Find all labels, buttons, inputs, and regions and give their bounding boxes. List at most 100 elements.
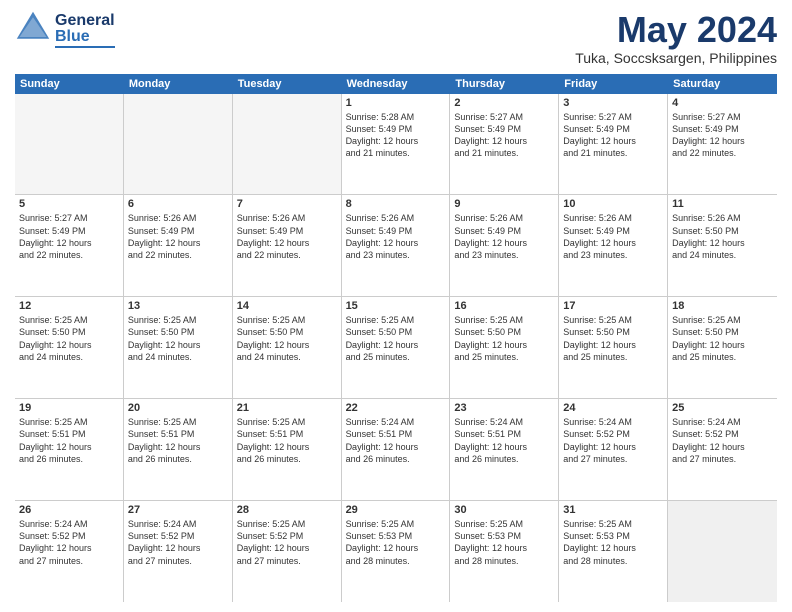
calendar-cell [124, 94, 233, 195]
day-of-week-header: Wednesday [342, 74, 451, 94]
logo-name: General Blue [55, 13, 115, 48]
calendar-row: 26 Sunrise: 5:24 AM Sunset: 5:52 PM Dayli… [15, 501, 777, 602]
calendar-cell: 14Sunrise: 5:25 AM Sunset: 5:50 PM Dayli… [233, 297, 342, 398]
calendar-cell [668, 501, 777, 602]
day-info: Sunrise: 5:25 AM Sunset: 5:50 PM Dayligh… [19, 314, 119, 363]
calendar-cell [15, 94, 124, 195]
day-number: 28 [237, 504, 337, 516]
day-number: 3 [563, 97, 663, 109]
calendar-header: SundayMondayTuesdayWednesdayThursdayFrid… [15, 74, 777, 94]
day-number: 30 [454, 504, 554, 516]
day-number: 13 [128, 300, 228, 312]
calendar-cell: 1 Sunrise: 5:28 AM Sunset: 5:49 PM Daylig… [342, 94, 451, 195]
calendar-cell: 12Sunrise: 5:25 AM Sunset: 5:50 PM Dayli… [15, 297, 124, 398]
logo-blue-text: Blue [55, 29, 115, 45]
calendar-cell: 15Sunrise: 5:25 AM Sunset: 5:50 PM Dayli… [342, 297, 451, 398]
calendar-row: 1 Sunrise: 5:28 AM Sunset: 5:49 PM Daylig… [15, 94, 777, 196]
calendar-row: 5 Sunrise: 5:27 AM Sunset: 5:49 PM Daylig… [15, 195, 777, 297]
day-info: Sunrise: 5:24 AM Sunset: 5:52 PM Dayligh… [563, 416, 663, 465]
day-info: Sunrise: 5:25 AM Sunset: 5:52 PM Dayligh… [237, 518, 337, 567]
calendar-cell: 30 Sunrise: 5:25 AM Sunset: 5:53 PM Dayli… [450, 501, 559, 602]
calendar-cell: 23Sunrise: 5:24 AM Sunset: 5:51 PM Dayli… [450, 399, 559, 500]
day-number: 6 [128, 198, 228, 210]
day-number: 29 [346, 504, 446, 516]
day-number: 20 [128, 402, 228, 414]
calendar: SundayMondayTuesdayWednesdayThursdayFrid… [15, 74, 777, 602]
day-info: Sunrise: 5:25 AM Sunset: 5:50 PM Dayligh… [237, 314, 337, 363]
calendar-cell: 28 Sunrise: 5:25 AM Sunset: 5:52 PM Dayli… [233, 501, 342, 602]
calendar-cell: 9 Sunrise: 5:26 AM Sunset: 5:49 PM Daylig… [450, 195, 559, 296]
day-number: 11 [672, 198, 773, 210]
day-info: Sunrise: 5:27 AM Sunset: 5:49 PM Dayligh… [563, 111, 663, 160]
day-number: 16 [454, 300, 554, 312]
day-of-week-header: Monday [124, 74, 233, 94]
logo-underline [55, 46, 115, 48]
day-number: 5 [19, 198, 119, 210]
calendar-cell: 24 Sunrise: 5:24 AM Sunset: 5:52 PM Dayli… [559, 399, 668, 500]
day-number: 31 [563, 504, 663, 516]
day-info: Sunrise: 5:25 AM Sunset: 5:53 PM Dayligh… [346, 518, 446, 567]
day-info: Sunrise: 5:24 AM Sunset: 5:52 PM Dayligh… [19, 518, 119, 567]
calendar-cell: 17Sunrise: 5:25 AM Sunset: 5:50 PM Dayli… [559, 297, 668, 398]
calendar-row: 19Sunrise: 5:25 AM Sunset: 5:51 PM Dayli… [15, 399, 777, 501]
day-of-week-header: Sunday [15, 74, 124, 94]
day-info: Sunrise: 5:27 AM Sunset: 5:49 PM Dayligh… [19, 212, 119, 261]
logo: General Blue [15, 10, 115, 51]
day-info: Sunrise: 5:27 AM Sunset: 5:49 PM Dayligh… [672, 111, 773, 160]
day-number: 26 [19, 504, 119, 516]
calendar-row: 12Sunrise: 5:25 AM Sunset: 5:50 PM Dayli… [15, 297, 777, 399]
day-info: Sunrise: 5:26 AM Sunset: 5:49 PM Dayligh… [454, 212, 554, 261]
calendar-cell [233, 94, 342, 195]
calendar-cell: 5 Sunrise: 5:27 AM Sunset: 5:49 PM Daylig… [15, 195, 124, 296]
day-number: 7 [237, 198, 337, 210]
day-of-week-header: Saturday [668, 74, 777, 94]
day-info: Sunrise: 5:24 AM Sunset: 5:52 PM Dayligh… [672, 416, 773, 465]
calendar-cell: 6 Sunrise: 5:26 AM Sunset: 5:49 PM Daylig… [124, 195, 233, 296]
day-info: Sunrise: 5:24 AM Sunset: 5:52 PM Dayligh… [128, 518, 228, 567]
day-info: Sunrise: 5:25 AM Sunset: 5:50 PM Dayligh… [563, 314, 663, 363]
day-number: 25 [672, 402, 773, 414]
day-number: 18 [672, 300, 773, 312]
logo-general-text: General [55, 13, 115, 29]
day-info: Sunrise: 5:27 AM Sunset: 5:49 PM Dayligh… [454, 111, 554, 160]
day-info: Sunrise: 5:25 AM Sunset: 5:50 PM Dayligh… [128, 314, 228, 363]
day-number: 1 [346, 97, 446, 109]
day-info: Sunrise: 5:26 AM Sunset: 5:49 PM Dayligh… [128, 212, 228, 261]
day-number: 15 [346, 300, 446, 312]
day-number: 21 [237, 402, 337, 414]
day-number: 23 [454, 402, 554, 414]
calendar-cell: 20Sunrise: 5:25 AM Sunset: 5:51 PM Dayli… [124, 399, 233, 500]
page: General Blue May 2024 Tuka, Soccsksargen… [0, 0, 792, 612]
day-info: Sunrise: 5:26 AM Sunset: 5:49 PM Dayligh… [346, 212, 446, 261]
day-info: Sunrise: 5:25 AM Sunset: 5:50 PM Dayligh… [672, 314, 773, 363]
day-number: 9 [454, 198, 554, 210]
day-info: Sunrise: 5:26 AM Sunset: 5:50 PM Dayligh… [672, 212, 773, 261]
day-number: 4 [672, 97, 773, 109]
day-info: Sunrise: 5:25 AM Sunset: 5:53 PM Dayligh… [454, 518, 554, 567]
calendar-cell: 22Sunrise: 5:24 AM Sunset: 5:51 PM Dayli… [342, 399, 451, 500]
calendar-cell: 13 Sunrise: 5:25 AM Sunset: 5:50 PM Dayli… [124, 297, 233, 398]
day-info: Sunrise: 5:26 AM Sunset: 5:49 PM Dayligh… [237, 212, 337, 261]
calendar-cell: 19Sunrise: 5:25 AM Sunset: 5:51 PM Dayli… [15, 399, 124, 500]
day-number: 8 [346, 198, 446, 210]
day-info: Sunrise: 5:25 AM Sunset: 5:50 PM Dayligh… [454, 314, 554, 363]
day-of-week-header: Thursday [450, 74, 559, 94]
calendar-body: 1 Sunrise: 5:28 AM Sunset: 5:49 PM Daylig… [15, 94, 777, 602]
day-info: Sunrise: 5:28 AM Sunset: 5:49 PM Dayligh… [346, 111, 446, 160]
day-number: 2 [454, 97, 554, 109]
title-section: May 2024 Tuka, Soccsksargen, Philippines [575, 10, 777, 66]
calendar-cell: 21Sunrise: 5:25 AM Sunset: 5:51 PM Dayli… [233, 399, 342, 500]
day-info: Sunrise: 5:24 AM Sunset: 5:51 PM Dayligh… [346, 416, 446, 465]
calendar-cell: 18 Sunrise: 5:25 AM Sunset: 5:50 PM Dayli… [668, 297, 777, 398]
day-number: 24 [563, 402, 663, 414]
day-info: Sunrise: 5:26 AM Sunset: 5:49 PM Dayligh… [563, 212, 663, 261]
calendar-cell: 16 Sunrise: 5:25 AM Sunset: 5:50 PM Dayli… [450, 297, 559, 398]
calendar-cell: 25 Sunrise: 5:24 AM Sunset: 5:52 PM Dayli… [668, 399, 777, 500]
calendar-cell: 26 Sunrise: 5:24 AM Sunset: 5:52 PM Dayli… [15, 501, 124, 602]
calendar-cell: 27Sunrise: 5:24 AM Sunset: 5:52 PM Dayli… [124, 501, 233, 602]
day-of-week-header: Tuesday [233, 74, 342, 94]
calendar-cell: 31 Sunrise: 5:25 AM Sunset: 5:53 PM Dayli… [559, 501, 668, 602]
calendar-cell: 2 Sunrise: 5:27 AM Sunset: 5:49 PM Daylig… [450, 94, 559, 195]
calendar-cell: 29 Sunrise: 5:25 AM Sunset: 5:53 PM Dayli… [342, 501, 451, 602]
day-info: Sunrise: 5:25 AM Sunset: 5:53 PM Dayligh… [563, 518, 663, 567]
